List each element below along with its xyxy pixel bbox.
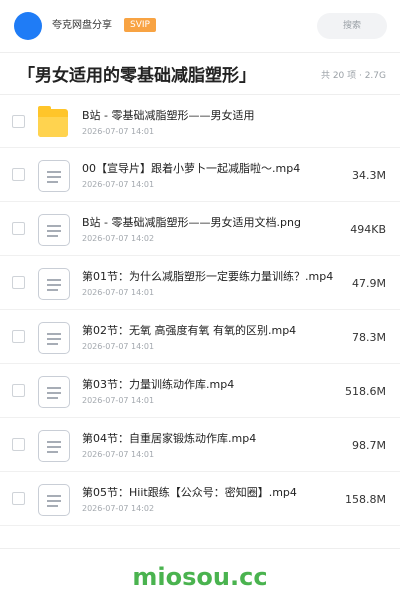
checkbox[interactable] bbox=[12, 438, 25, 451]
document-icon bbox=[38, 322, 70, 354]
list-item[interactable]: 第05节：Hiit跟练【公众号：密知圈】.mp4 2026-07-07 14:0… bbox=[0, 472, 400, 526]
folder-title: 「男女适用的零基础减脂塑形」 bbox=[18, 66, 256, 86]
file-date: 2026-07-07 14:01 bbox=[82, 342, 155, 351]
checkbox[interactable] bbox=[12, 330, 25, 343]
search-button[interactable]: 搜索 bbox=[317, 13, 387, 39]
file-name: 第02节：无氧 高强度有氧 有氧的区别.mp4 bbox=[82, 324, 297, 337]
file-size: 47.9M bbox=[352, 277, 386, 290]
file-size: 78.3M bbox=[352, 331, 386, 344]
folder-meta: 共 20 项 · 2.7G bbox=[320, 71, 386, 81]
file-size: 518.6M bbox=[345, 385, 386, 398]
document-icon bbox=[38, 430, 70, 462]
document-icon bbox=[38, 268, 70, 300]
svip-badge: SVIP bbox=[124, 18, 156, 32]
page: 夸克网盘分享 SVIP 搜索 「男女适用的零基础减脂塑形」 共 20 项 · 2… bbox=[0, 0, 400, 600]
list-item[interactable]: 第02节：无氧 高强度有氧 有氧的区别.mp4 2026-07-07 14:01… bbox=[0, 310, 400, 364]
checkbox[interactable] bbox=[12, 384, 25, 397]
checkbox[interactable] bbox=[12, 492, 25, 505]
list-item[interactable]: 00【宣导片】跟着小萝卜一起减脂啦～.mp4 2026-07-07 14:01 … bbox=[0, 148, 400, 202]
header-divider bbox=[0, 52, 400, 53]
file-size: 34.3M bbox=[352, 169, 386, 182]
checkbox[interactable] bbox=[12, 168, 25, 181]
list-item[interactable]: 第01节：为什么减脂塑形一定要练力量训练？.mp4 2026-07-07 14:… bbox=[0, 256, 400, 310]
file-date: 2026-07-07 14:02 bbox=[82, 504, 155, 513]
file-name: 第04节：自重居家锻炼动作库.mp4 bbox=[82, 432, 257, 445]
checkbox[interactable] bbox=[12, 115, 25, 128]
file-date: 2026-07-07 14:01 bbox=[82, 180, 155, 189]
username: 夸克网盘分享 bbox=[52, 20, 112, 31]
watermark: miosou.cc bbox=[132, 563, 268, 591]
header: 夸克网盘分享 SVIP 搜索 bbox=[0, 0, 400, 52]
list-item[interactable]: 第04节：自重居家锻炼动作库.mp4 2026-07-07 14:01 98.7… bbox=[0, 418, 400, 472]
file-name: 第03节：力量训练动作库.mp4 bbox=[82, 378, 235, 391]
file-name: 第01节：为什么减脂塑形一定要练力量训练？.mp4 bbox=[82, 270, 334, 283]
file-size: 98.7M bbox=[352, 439, 386, 452]
document-icon bbox=[38, 160, 70, 192]
file-size: 158.8M bbox=[345, 493, 386, 506]
list-item[interactable]: B站 - 零基础减脂塑形——男女适用文档.png 2026-07-07 14:0… bbox=[0, 202, 400, 256]
file-name: B站 - 零基础减脂塑形——男女适用文档.png bbox=[82, 216, 301, 229]
file-date: 2026-07-07 14:01 bbox=[82, 396, 155, 405]
list-item[interactable]: 第03节：力量训练动作库.mp4 2026-07-07 14:01 518.6M bbox=[0, 364, 400, 418]
file-size: 494KB bbox=[350, 223, 386, 236]
checkbox[interactable] bbox=[12, 222, 25, 235]
file-date: 2026-07-07 14:01 bbox=[82, 450, 155, 459]
folder-icon bbox=[38, 106, 70, 139]
avatar[interactable] bbox=[14, 12, 42, 40]
file-list: B站 - 零基础减脂塑形——男女适用 2026-07-07 14:01 00【宣… bbox=[0, 94, 400, 526]
list-item[interactable]: B站 - 零基础减脂塑形——男女适用 2026-07-07 14:01 bbox=[0, 94, 400, 148]
document-icon bbox=[38, 376, 70, 408]
file-name: B站 - 零基础减脂塑形——男女适用 bbox=[82, 109, 255, 122]
file-name: 00【宣导片】跟着小萝卜一起减脂啦～.mp4 bbox=[82, 162, 301, 175]
file-date: 2026-07-07 14:01 bbox=[82, 127, 155, 136]
document-icon bbox=[38, 214, 70, 246]
file-date: 2026-07-07 14:01 bbox=[82, 288, 155, 297]
file-name: 第05节：Hiit跟练【公众号：密知圈】.mp4 bbox=[82, 486, 297, 499]
document-icon bbox=[38, 484, 70, 516]
file-date: 2026-07-07 14:02 bbox=[82, 234, 155, 243]
checkbox[interactable] bbox=[12, 276, 25, 289]
